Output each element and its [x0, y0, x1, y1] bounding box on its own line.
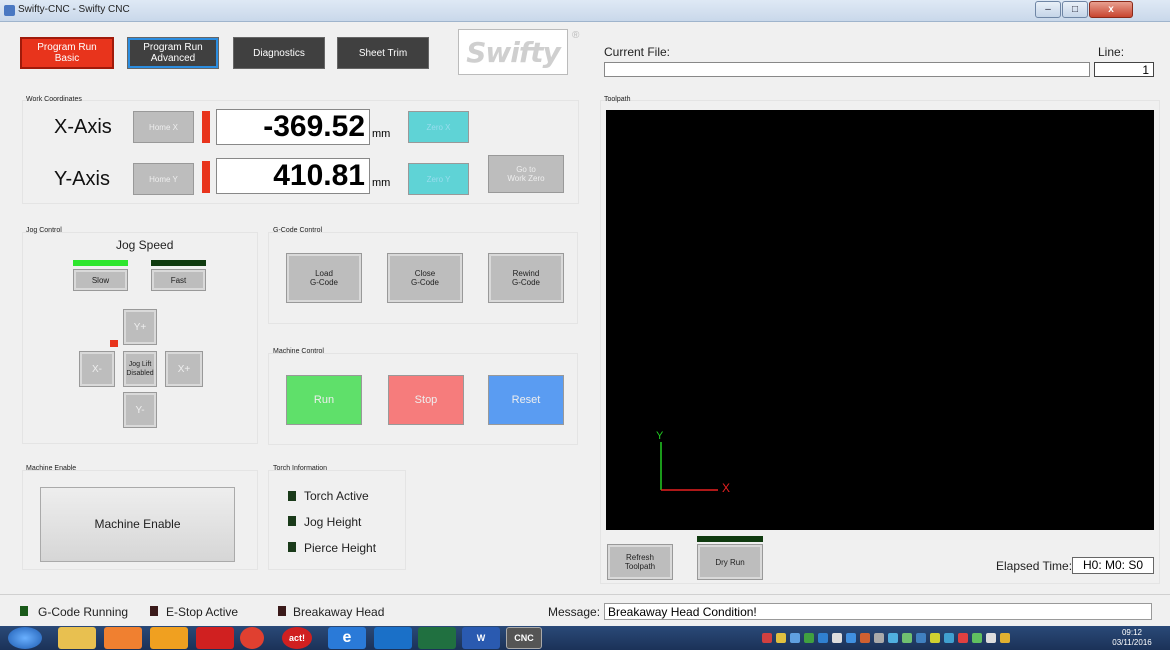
- run-button[interactable]: Run: [286, 375, 362, 425]
- machine-enable-title: Machine Enable: [26, 465, 77, 472]
- fast-speed-button[interactable]: Fast: [151, 269, 206, 291]
- slow-speed-button[interactable]: Slow: [73, 269, 128, 291]
- estop-active-indicator: [150, 606, 158, 616]
- load-gcode-button[interactable]: Load G-Code: [286, 253, 362, 303]
- pdf-reader-icon[interactable]: [196, 627, 234, 649]
- breakaway-head-indicator: [278, 606, 286, 616]
- dry-run-button[interactable]: Dry Run: [697, 544, 763, 580]
- program-run-basic-label: Program Run Basic: [37, 42, 97, 64]
- start-button-icon[interactable]: [8, 627, 42, 649]
- reset-button[interactable]: Reset: [488, 375, 564, 425]
- zero-y-button[interactable]: Zero Y: [408, 163, 469, 195]
- jog-x-minus-button[interactable]: X-: [79, 351, 115, 387]
- message-field: Breakaway Head Condition!: [604, 603, 1152, 620]
- stop-button[interactable]: Stop: [388, 375, 464, 425]
- toolpath-y-axis-label: Y: [656, 430, 664, 442]
- gcode-control-title: G-Code Control: [273, 227, 323, 234]
- message-label: Message:: [548, 605, 601, 619]
- elapsed-time-label: Elapsed Time:: [996, 559, 1073, 573]
- jog-y-minus-button[interactable]: Y-: [123, 392, 157, 428]
- machine-enable-button[interactable]: Machine Enable: [40, 487, 235, 562]
- toolpath-canvas[interactable]: Y X: [606, 110, 1154, 530]
- x-axis-readout: -369.52: [216, 109, 370, 145]
- status-divider: [0, 594, 1170, 595]
- fast-speed-indicator: [151, 260, 206, 266]
- media-player-icon[interactable]: [104, 627, 142, 649]
- act-icon[interactable]: act!: [282, 627, 312, 649]
- internet-explorer-icon[interactable]: e: [328, 627, 366, 649]
- jog-lift-button[interactable]: Jog Lift Disabled: [123, 351, 157, 387]
- toolpath-axes: [660, 442, 718, 491]
- elapsed-time-value: H0: M0: S0: [1072, 557, 1154, 574]
- sheet-trim-button[interactable]: Sheet Trim: [337, 37, 429, 69]
- program-run-advanced-button[interactable]: Program Run Advanced: [127, 37, 219, 69]
- toolpath-title: Toolpath: [604, 96, 631, 103]
- jog-speed-label: Jog Speed: [116, 238, 174, 252]
- go-to-work-zero-button[interactable]: Go to Work Zero: [488, 155, 564, 193]
- jog-control-title: Jog Control: [26, 227, 62, 234]
- slow-speed-indicator: [73, 260, 128, 266]
- registered-mark: ®: [572, 30, 580, 41]
- window-title-bar: Swifty-CNC - Swifty CNC – □ x: [0, 0, 1170, 22]
- file-explorer-icon[interactable]: [58, 627, 96, 649]
- skype-business-icon[interactable]: [374, 627, 412, 649]
- jog-height-label: Jog Height: [304, 515, 362, 529]
- chrome-icon[interactable]: [240, 627, 264, 649]
- jog-x-plus-button[interactable]: X+: [165, 351, 203, 387]
- clock-time: 09:12: [1121, 628, 1143, 637]
- gcode-running-label: G-Code Running: [38, 605, 129, 619]
- current-file-label: Current File:: [604, 45, 671, 59]
- y-unit-label: mm: [372, 177, 391, 189]
- app-icon: [4, 5, 15, 16]
- torch-active-indicator: [288, 491, 296, 501]
- home-x-button[interactable]: Home X: [133, 111, 194, 143]
- cnc-app-icon[interactable]: CNC: [506, 627, 542, 649]
- close-gcode-button[interactable]: Close G-Code: [387, 253, 463, 303]
- y-axis-status-indicator: [202, 161, 210, 193]
- word-icon[interactable]: W: [462, 627, 500, 649]
- x-axis-label: X-Axis: [54, 116, 112, 138]
- jog-height-indicator: [288, 516, 296, 526]
- current-file-field: [604, 62, 1090, 77]
- breakaway-head-label: Breakaway Head: [293, 605, 385, 619]
- program-run-advanced-label: Program Run Advanced: [143, 42, 203, 64]
- x-unit-label: mm: [372, 128, 391, 140]
- work-coordinates-title: Work Coordinates: [26, 96, 82, 103]
- pierce-height-indicator: [288, 542, 296, 552]
- restore-button[interactable]: □: [1062, 1, 1088, 18]
- estop-active-label: E-Stop Active: [166, 605, 239, 619]
- diagnostics-button[interactable]: Diagnostics: [233, 37, 325, 69]
- swifty-logo: Swifty: [458, 29, 568, 75]
- system-tray: [762, 630, 1102, 646]
- pierce-height-label: Pierce Height: [304, 541, 377, 555]
- rewind-gcode-button[interactable]: Rewind G-Code: [488, 253, 564, 303]
- program-run-basic-button[interactable]: Program Run Basic: [20, 37, 114, 69]
- clock-date: 03/11/2016: [1112, 638, 1152, 647]
- y-axis-readout: 410.81: [216, 158, 370, 194]
- home-y-button[interactable]: Home Y: [133, 163, 194, 195]
- torch-information-title: Torch Information: [273, 465, 328, 472]
- line-number-field: 1: [1094, 62, 1154, 77]
- x-axis-status-indicator: [202, 111, 210, 143]
- dry-run-indicator: [697, 536, 763, 542]
- line-label: Line:: [1098, 45, 1125, 59]
- jog-y-plus-button[interactable]: Y+: [123, 309, 157, 345]
- y-axis-label: Y-Axis: [54, 168, 110, 190]
- toolpath-x-axis-label: X: [722, 481, 731, 495]
- close-button[interactable]: x: [1089, 1, 1133, 18]
- excel-icon[interactable]: [418, 627, 456, 649]
- logo-text: Swifty: [466, 35, 560, 69]
- window-title: Swifty-CNC - Swifty CNC: [18, 4, 130, 15]
- minimize-button[interactable]: –: [1035, 1, 1061, 18]
- taskbar-clock[interactable]: 09:12 03/11/2016: [1108, 628, 1156, 648]
- gcode-running-indicator: [20, 606, 28, 616]
- jog-lift-indicator: [110, 340, 118, 347]
- torch-active-label: Torch Active: [304, 489, 369, 503]
- outlook-icon[interactable]: [150, 627, 188, 649]
- refresh-toolpath-button[interactable]: Refresh Toolpath: [607, 544, 673, 580]
- machine-control-title: Machine Control: [273, 348, 324, 355]
- zero-x-button[interactable]: Zero X: [408, 111, 469, 143]
